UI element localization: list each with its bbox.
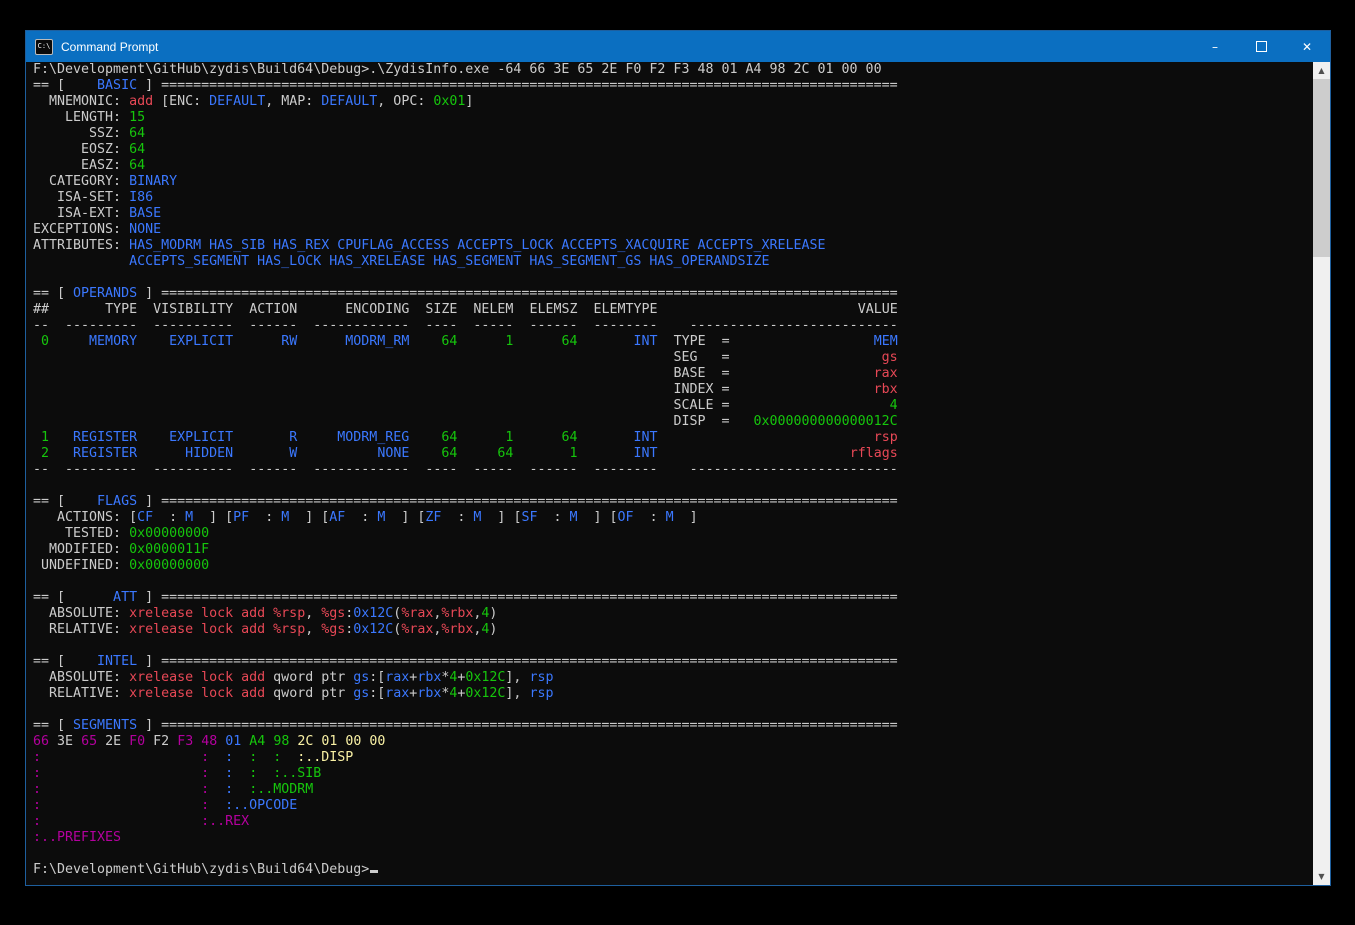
console-line: == [ INTEL ] ===========================… <box>33 654 1313 670</box>
console-line: == [ OPERANDS ] ========================… <box>33 286 1313 302</box>
text-cursor <box>370 870 378 873</box>
console-line: DISP = 0x000000000000012C <box>33 414 1313 430</box>
console-line: : : : : :..SIB <box>33 766 1313 782</box>
console-line: : : :..OPCODE <box>33 798 1313 814</box>
console-line <box>33 574 1313 590</box>
close-icon: ✕ <box>1302 40 1312 54</box>
console-line <box>33 478 1313 494</box>
console-line: BASE = rax <box>33 366 1313 382</box>
console-line <box>33 270 1313 286</box>
console-line: ABSOLUTE: xrelease lock add qword ptr gs… <box>33 670 1313 686</box>
console-line: : :..REX <box>33 814 1313 830</box>
console-area: F:\Development\GitHub\zydis\Build64\Debu… <box>26 62 1330 885</box>
window-title: Command Prompt <box>61 40 1192 54</box>
console-line: F:\Development\GitHub\zydis\Build64\Debu… <box>33 862 1313 878</box>
title-bar[interactable]: C:\ Command Prompt – ✕ <box>26 31 1330 62</box>
minimize-button[interactable]: – <box>1192 31 1238 62</box>
console-line: 1 REGISTER EXPLICIT R MODRM_REG 64 1 64 … <box>33 430 1313 446</box>
console-line: :..PREFIXES <box>33 830 1313 846</box>
console-line: EOSZ: 64 <box>33 142 1313 158</box>
scrollbar-down-icon[interactable]: ▼ <box>1313 868 1330 885</box>
console-line: CATEGORY: BINARY <box>33 174 1313 190</box>
scrollbar-thumb[interactable] <box>1313 79 1330 257</box>
console-line: ## TYPE VISIBILITY ACTION ENCODING SIZE … <box>33 302 1313 318</box>
console-line <box>33 638 1313 654</box>
console-line: ISA-EXT: BASE <box>33 206 1313 222</box>
minimize-icon: – <box>1212 40 1218 54</box>
console-line: SEG = gs <box>33 350 1313 366</box>
scrollbar-up-icon[interactable]: ▲ <box>1313 62 1330 79</box>
scrollbar[interactable]: ▲ ▼ <box>1313 62 1330 885</box>
console-line: ATTRIBUTES: HAS_MODRM HAS_SIB HAS_REX CP… <box>33 238 1313 254</box>
console-line: : : : : : :..DISP <box>33 750 1313 766</box>
console-line: ACTIONS: [CF : M ] [PF : M ] [AF : M ] [… <box>33 510 1313 526</box>
console-line: 2 REGISTER HIDDEN W NONE 64 64 1 INT rfl… <box>33 446 1313 462</box>
console-line: EASZ: 64 <box>33 158 1313 174</box>
console-line: ABSOLUTE: xrelease lock add %rsp, %gs:0x… <box>33 606 1313 622</box>
cmd-icon: C:\ <box>35 39 53 55</box>
console-line: -- --------- ---------- ------ ---------… <box>33 462 1313 478</box>
console-line: -- --------- ---------- ------ ---------… <box>33 318 1313 334</box>
console-line: RELATIVE: xrelease lock add %rsp, %gs:0x… <box>33 622 1313 638</box>
console-line: SCALE = 4 <box>33 398 1313 414</box>
console-line: == [ BASIC ] ===========================… <box>33 78 1313 94</box>
close-button[interactable]: ✕ <box>1284 31 1330 62</box>
console-line: EXCEPTIONS: NONE <box>33 222 1313 238</box>
console-output[interactable]: F:\Development\GitHub\zydis\Build64\Debu… <box>26 62 1313 885</box>
console-line: ISA-SET: I86 <box>33 190 1313 206</box>
console-line: TESTED: 0x00000000 <box>33 526 1313 542</box>
console-line: F:\Development\GitHub\zydis\Build64\Debu… <box>33 62 1313 78</box>
console-line: == [ FLAGS ] ===========================… <box>33 494 1313 510</box>
console-line: == [ ATT ] =============================… <box>33 590 1313 606</box>
console-line: ACCEPTS_SEGMENT HAS_LOCK HAS_XRELEASE HA… <box>33 254 1313 270</box>
console-line: INDEX = rbx <box>33 382 1313 398</box>
console-line: LENGTH: 15 <box>33 110 1313 126</box>
console-line <box>33 702 1313 718</box>
console-line: UNDEFINED: 0x00000000 <box>33 558 1313 574</box>
console-line: SSZ: 64 <box>33 126 1313 142</box>
console-line: 0 MEMORY EXPLICIT RW MODRM_RM 64 1 64 IN… <box>33 334 1313 350</box>
console-line <box>33 846 1313 862</box>
console-line: : : : :..MODRM <box>33 782 1313 798</box>
console-line: 66 3E 65 2E F0 F2 F3 48 01 A4 98 2C 01 0… <box>33 734 1313 750</box>
console-line: MODIFIED: 0x0000011F <box>33 542 1313 558</box>
maximize-button[interactable] <box>1238 31 1284 62</box>
console-line: == [ SEGMENTS ] ========================… <box>33 718 1313 734</box>
console-line: RELATIVE: xrelease lock add qword ptr gs… <box>33 686 1313 702</box>
console-line: MNEMONIC: add [ENC: DEFAULT, MAP: DEFAUL… <box>33 94 1313 110</box>
maximize-icon <box>1256 41 1267 52</box>
command-prompt-window: C:\ Command Prompt – ✕ F:\Development\Gi… <box>25 30 1331 886</box>
